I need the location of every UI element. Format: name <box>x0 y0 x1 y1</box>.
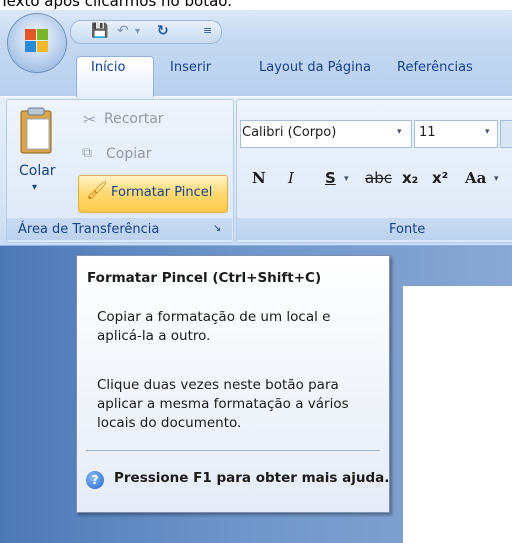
copy-icon: ⧉ <box>82 145 92 161</box>
tab-inicio[interactable]: Início <box>91 60 125 75</box>
underline-button[interactable]: S <box>325 169 336 187</box>
chevron-down-icon[interactable]: ▾ <box>485 127 490 137</box>
undo-icon[interactable]: ↶ <box>117 23 129 39</box>
strikethrough-button[interactable]: abc <box>365 169 392 187</box>
font-group-label: Fonte <box>389 222 426 237</box>
tooltip-description: Copiar a formatação de um local e aplicá… <box>97 309 331 344</box>
tab-referencias[interactable]: Referências <box>397 60 473 75</box>
scissors-icon: ✂ <box>83 110 97 129</box>
tooltip-help-text: Pressione F1 para obter mais ajuda. <box>114 470 390 486</box>
paste-button-label[interactable]: Colar <box>19 163 56 179</box>
clipboard-group-label: Área de Transferência <box>18 222 160 237</box>
subscript-button[interactable]: x₂ <box>402 169 418 187</box>
underline-dropdown-icon[interactable]: ▾ <box>344 174 349 184</box>
chevron-down-icon[interactable]: ▾ <box>397 127 402 137</box>
redo-icon[interactable]: ↻ <box>157 23 169 39</box>
paste-icon[interactable] <box>18 107 56 157</box>
superscript-button[interactable]: x² <box>432 169 448 187</box>
help-icon: ? <box>86 471 104 489</box>
grow-font-button[interactable] <box>500 120 512 148</box>
format-painter-label: Formatar Pincel <box>111 185 213 200</box>
page-caption: Texto após clicarmos no botão. <box>0 0 232 10</box>
dialog-launcher-icon[interactable]: ↘ <box>213 223 221 234</box>
tooltip-title: Formatar Pincel (Ctrl+Shift+C) <box>87 270 322 286</box>
paste-dropdown-icon[interactable]: ▾ <box>32 182 37 193</box>
tooltip-separator <box>86 450 380 451</box>
change-case-button[interactable]: Aa <box>465 169 486 187</box>
quick-access-toolbar: 💾 ↶ ▾ ↻ ≡ <box>70 20 222 44</box>
tooltip-double-click-hint: Clique duas vezes neste botão para aplic… <box>97 377 349 431</box>
font-name-value: Calibri (Corpo) <box>242 125 337 140</box>
tab-inserir[interactable]: Inserir <box>170 60 211 75</box>
bold-button[interactable]: N <box>252 169 266 187</box>
change-case-dropdown-icon[interactable]: ▾ <box>494 174 499 184</box>
cut-button[interactable]: Recortar <box>104 111 164 127</box>
office-button[interactable] <box>8 14 66 72</box>
tab-layout-da-pagina[interactable]: Layout da Página <box>259 60 371 75</box>
font-size-combo[interactable]: 11 ▾ <box>414 120 498 148</box>
paintbrush-icon: 🖌 <box>86 181 108 201</box>
font-size-value: 11 <box>419 125 436 140</box>
undo-dropdown-icon[interactable]: ▾ <box>135 26 140 37</box>
copy-button[interactable]: Copiar <box>106 146 151 162</box>
document-page[interactable] <box>403 286 512 543</box>
italic-button[interactable]: I <box>288 169 294 187</box>
font-name-combo[interactable]: Calibri (Corpo) ▾ <box>240 120 412 148</box>
save-icon[interactable]: 💾 <box>91 23 108 39</box>
office-logo-icon <box>25 29 49 53</box>
font-group-footer <box>237 218 512 240</box>
customize-qat-icon[interactable]: ≡ <box>203 24 212 37</box>
